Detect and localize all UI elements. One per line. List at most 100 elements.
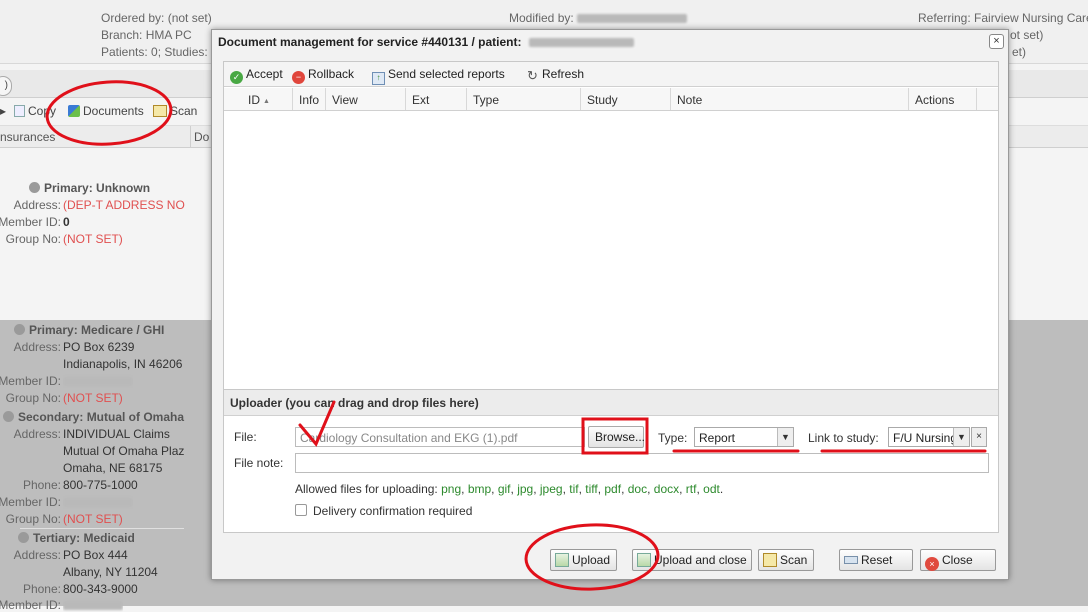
scan-icon [763, 553, 777, 567]
not-set-1: ot set) [1010, 28, 1044, 42]
insurance-title: Primary: Unknown [29, 181, 150, 195]
address-line-1: INDIVIDUAL Claims [63, 427, 170, 441]
column-do: Do [194, 130, 210, 144]
patients-studies: Patients: 0; Studies: [101, 45, 208, 59]
grid-toolbar: ✓ Accept − Rollback ↑ Send selected reports… [224, 62, 998, 87]
address-label: Address: [13, 340, 61, 354]
delivery-confirmation-checkbox[interactable] [295, 504, 307, 516]
member-id-label: Member ID: [0, 374, 61, 388]
documents-grid: ✓ Accept − Rollback ↑ Send selected reports… [223, 61, 999, 413]
reset-button[interactable]: Reset [839, 549, 913, 571]
refresh-button[interactable]: ↻ Refresh [526, 67, 584, 82]
column-ext[interactable]: Ext [406, 88, 467, 110]
tab-close-icon[interactable]: ) [0, 76, 12, 96]
send-selected-reports-button[interactable]: ↑ Send selected reports [372, 67, 505, 85]
address-line-2: Albany, NY 11204 [63, 565, 158, 579]
allowed-extensions: png, bmp, gif, jpg, jpeg, tif, tiff, pdf… [441, 482, 724, 496]
accept-button[interactable]: ✓ Accept [230, 67, 283, 84]
group-no-label: Group No: [5, 512, 61, 526]
column-type[interactable]: Type [467, 88, 581, 110]
document-management-dialog: Document management for service #440131 … [211, 29, 1009, 580]
scan-icon [153, 105, 167, 117]
status-dot-icon [3, 411, 14, 422]
referring: Referring: Fairview Nursing Care [918, 11, 1088, 25]
allowed-extension: bmp [467, 482, 492, 496]
type-select[interactable]: Report ▼ [694, 427, 794, 447]
upload-button[interactable]: Upload [550, 549, 618, 571]
chevron-down-icon: ▼ [953, 428, 969, 446]
file-note-label: File note: [234, 456, 284, 470]
allowed-extension: tif [569, 482, 579, 496]
documents-icon [68, 105, 80, 117]
dialog-title: Document management for service #440131 … [212, 30, 1008, 54]
grid-header-row: ID ▲ Info View Ext Type Study Note Action… [224, 88, 998, 111]
insurance-title: Secondary: Mutual of Omaha [3, 410, 184, 424]
copy-icon [14, 105, 25, 117]
phone-label: Phone: [22, 478, 61, 492]
chevron-down-icon: ▼ [777, 428, 793, 446]
column-id[interactable]: ID ▲ [224, 88, 293, 110]
member-id-label: Member ID: [0, 598, 61, 612]
address-label: Address: [13, 198, 61, 212]
upload-and-close-button[interactable]: Upload and close [632, 549, 752, 571]
column-study[interactable]: Study [581, 88, 671, 110]
column-actions[interactable]: Actions [909, 88, 977, 110]
status-dot-icon [29, 182, 40, 193]
allowed-extension: gif [497, 482, 511, 496]
member-id-label: Member ID: [0, 495, 61, 509]
address-label: Address: [13, 548, 61, 562]
status-dot-icon [14, 324, 25, 335]
type-label: Type: [658, 431, 688, 445]
file-note-input[interactable] [295, 453, 989, 473]
allowed-extension: jpeg [539, 482, 563, 496]
group-no-label: Group No: [5, 391, 61, 405]
rollback-button[interactable]: − Rollback [292, 67, 354, 84]
insurance-title: Primary: Medicare / GHI [14, 323, 164, 337]
allowed-extension: pdf [604, 482, 622, 496]
link-to-study-label: Link to study: [808, 431, 879, 445]
branch: Branch: HMA PC [101, 28, 192, 42]
allowed-extension: rtf [685, 482, 697, 496]
allowed-files-text: Allowed files for uploading: png, bmp, g… [295, 482, 724, 496]
address-line-2: Mutual Of Omaha Plaz [63, 444, 185, 458]
allowed-extension: odt [703, 482, 720, 496]
member-id-label: Member ID: [0, 215, 61, 229]
clear-link-icon[interactable]: × [971, 427, 987, 447]
close-button[interactable]: × Close [920, 549, 996, 571]
upload-icon [555, 553, 569, 567]
member-id-redacted [63, 598, 123, 612]
copy-button[interactable]: Copy [14, 104, 56, 118]
allowed-extension: tiff [585, 482, 598, 496]
column-note[interactable]: Note [671, 88, 909, 110]
modified-by: Modified by: [509, 11, 688, 25]
column-view[interactable]: View [326, 88, 406, 110]
delivery-confirmation-label: Delivery confirmation required [313, 504, 473, 518]
link-to-study-select[interactable]: F/U Nursing ▼ [888, 427, 970, 447]
file-path-input[interactable]: Cardiology Consultation and EKG (1).pdf [295, 427, 585, 447]
column-info[interactable]: Info [293, 88, 326, 110]
address-label: Address: [13, 427, 61, 441]
group-no-value: (NOT SET) [63, 512, 123, 526]
allowed-extension: docx [653, 482, 680, 496]
group-no-value: (NOT SET) [63, 232, 123, 246]
allowed-extension: png [441, 482, 462, 496]
address-line-1: PO Box 444 [63, 548, 128, 562]
file-label: File: [234, 430, 257, 444]
allowed-extension: jpg [517, 482, 534, 496]
member-id-redacted [63, 495, 133, 509]
group-no-label: Group No: [5, 232, 61, 246]
send-envelope-icon: ↑ [372, 72, 385, 85]
scan-button[interactable]: Scan [758, 549, 815, 571]
dropdown-arrow-icon[interactable]: ▸ [0, 104, 6, 118]
browse-button[interactable]: Browse... [588, 426, 645, 448]
scan-button[interactable]: Scan [153, 104, 197, 118]
patient-name-redacted [528, 38, 634, 48]
documents-button[interactable]: Documents [68, 104, 144, 118]
rollback-icon: − [292, 71, 305, 84]
uploader-heading: Uploader (you can drag and drop files he… [224, 390, 998, 416]
dialog-close-icon[interactable]: × [989, 34, 1004, 49]
column-insurances: nsurances [0, 130, 56, 144]
ordered-by: Ordered by: (not set) [101, 11, 212, 25]
refresh-icon: ↻ [527, 68, 538, 83]
check-icon: ✓ [230, 71, 243, 84]
